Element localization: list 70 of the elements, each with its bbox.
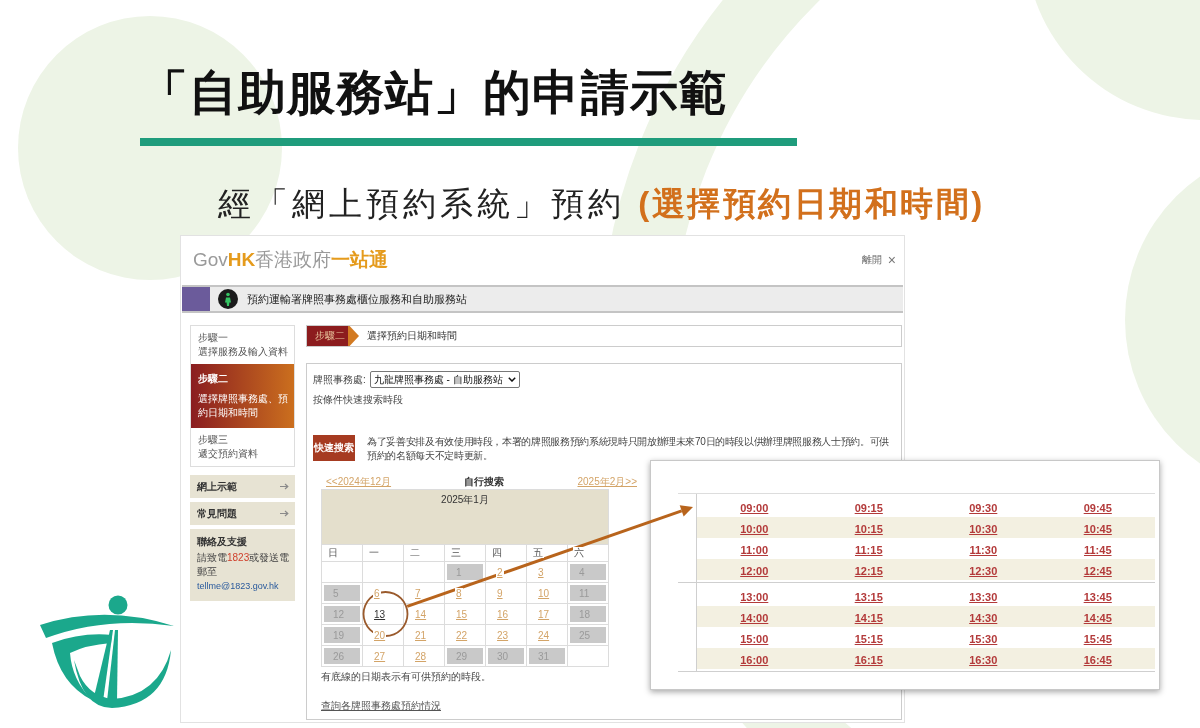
slide-title: 「自助服務站」的申請示範 (140, 65, 729, 121)
time-slot-link[interactable]: 16:30 (969, 653, 998, 666)
caret-icon (507, 377, 516, 382)
exit-link[interactable]: 離開 (861, 252, 882, 267)
time-slot-link[interactable]: 12:00 (740, 564, 769, 577)
office-status-link[interactable]: 查詢各牌照事務處預約情況 (321, 699, 441, 713)
time-slot-link[interactable]: 13:45 (1083, 590, 1112, 603)
search-heading: 按條件快速搜索時段 (313, 393, 404, 407)
time-slot-link[interactable]: 15:15 (854, 632, 883, 645)
time-slot-link[interactable]: 12:45 (1083, 564, 1112, 577)
side-nav-link[interactable]: 網上示範 (190, 475, 295, 498)
search-mode-label: 自行搜索 (464, 475, 505, 489)
contact-title: 聯絡及支援 (197, 535, 248, 549)
time-slot-link[interactable]: 15:45 (1083, 632, 1112, 645)
contact-text: 請致電1823或發送電郵至 tellme@1823.gov.hk (197, 551, 291, 593)
time-slot-link[interactable]: 14:15 (854, 611, 883, 624)
step-marker: 步驟二 (307, 326, 359, 346)
side-nav-link[interactable]: 常見問題 (190, 502, 295, 525)
time-slot-link[interactable]: 14:45 (1083, 611, 1112, 624)
time-slot-link[interactable]: 09:45 (1083, 501, 1112, 514)
step-item[interactable]: 步驟三 遞交預約資料 (191, 428, 294, 466)
time-slot-link[interactable]: 15:30 (969, 632, 998, 645)
slide-subtitle: 經「網上預約系統」預約 (選擇預約日期和時間) (218, 184, 986, 224)
calendar-note: 有底線的日期表示有可供預約的時段。 (321, 670, 492, 684)
time-slot-link[interactable]: 11:45 (1084, 543, 1112, 556)
accent-block (182, 287, 210, 311)
step-item[interactable]: 步驟二 選擇牌照事務處、預約日期和時間 (191, 364, 294, 428)
weekday-header: 一 (362, 544, 404, 562)
banner-title: 預約運輸署牌照事務處櫃位服務和自助服務站 (247, 291, 467, 307)
time-slot-link[interactable]: 12:30 (969, 564, 998, 577)
traffic-light-icon (218, 289, 238, 309)
time-slot-link[interactable]: 11:30 (969, 543, 997, 556)
step-title: 選擇預約日期和時間 (367, 329, 457, 343)
time-slot-link[interactable]: 09:15 (854, 501, 883, 514)
close-button[interactable]: × (887, 251, 896, 268)
time-slot-link[interactable]: 10:30 (969, 522, 998, 535)
weekday-header: 二 (403, 544, 445, 562)
weekday-header: 四 (485, 544, 527, 562)
time-slot-link[interactable]: 12:15 (854, 564, 883, 577)
time-slot-link[interactable]: 13:15 (854, 590, 883, 603)
arrow-icon (280, 510, 289, 517)
time-slot-link[interactable]: 14:00 (740, 611, 769, 624)
office-label: 牌照事務處: (313, 372, 366, 387)
empty-day-cell (362, 561, 404, 583)
time-slot-link[interactable]: 13:00 (740, 590, 769, 603)
time-slot-link[interactable]: 10:00 (740, 522, 769, 535)
time-slot-link[interactable]: 15:00 (740, 632, 769, 645)
time-slot-link[interactable]: 16:00 (740, 653, 769, 666)
notice-text: 為了妥善安排及有效使用時段，本署的牌照服務預約系統現時只開放辦理未來70日的時段以供辦理牌照服務人士預約。可供預約的名額每天不定時更新。 (367, 435, 890, 463)
time-slot-link[interactable]: 09:00 (740, 501, 769, 514)
time-slot-link[interactable]: 14:30 (969, 611, 998, 624)
phone-link[interactable]: 1823 (227, 552, 250, 563)
time-slot-link[interactable]: 16:45 (1083, 653, 1112, 666)
office-select[interactable]: 九龍牌照事務處 - 自助服務站 (369, 371, 520, 388)
month-caption: 2025年1月 (321, 489, 609, 545)
time-slot-link[interactable]: 16:15 (854, 653, 883, 666)
weekday-header: 日 (321, 544, 363, 562)
arrow-icon (280, 483, 289, 490)
time-slot-link[interactable]: 10:45 (1083, 522, 1112, 535)
email-link[interactable]: tellme@1823.gov.hk (197, 581, 279, 591)
time-slot-link[interactable]: 09:30 (969, 501, 998, 514)
site-logo[interactable]: GovHK香港政府一站通 (193, 246, 389, 273)
time-slot-link[interactable]: 13:30 (969, 590, 998, 603)
step-item[interactable]: 步驟一 選擇服務及輸入資料 (191, 326, 294, 364)
empty-day-cell (321, 561, 363, 583)
time-slot-link[interactable]: 11:15 (855, 543, 883, 556)
time-slot-link[interactable]: 10:15 (854, 522, 883, 535)
quick-search-tab[interactable]: 快速搜索 (313, 435, 355, 461)
weekday-header: 三 (444, 544, 486, 562)
time-slot-link[interactable]: 11:00 (740, 543, 768, 556)
